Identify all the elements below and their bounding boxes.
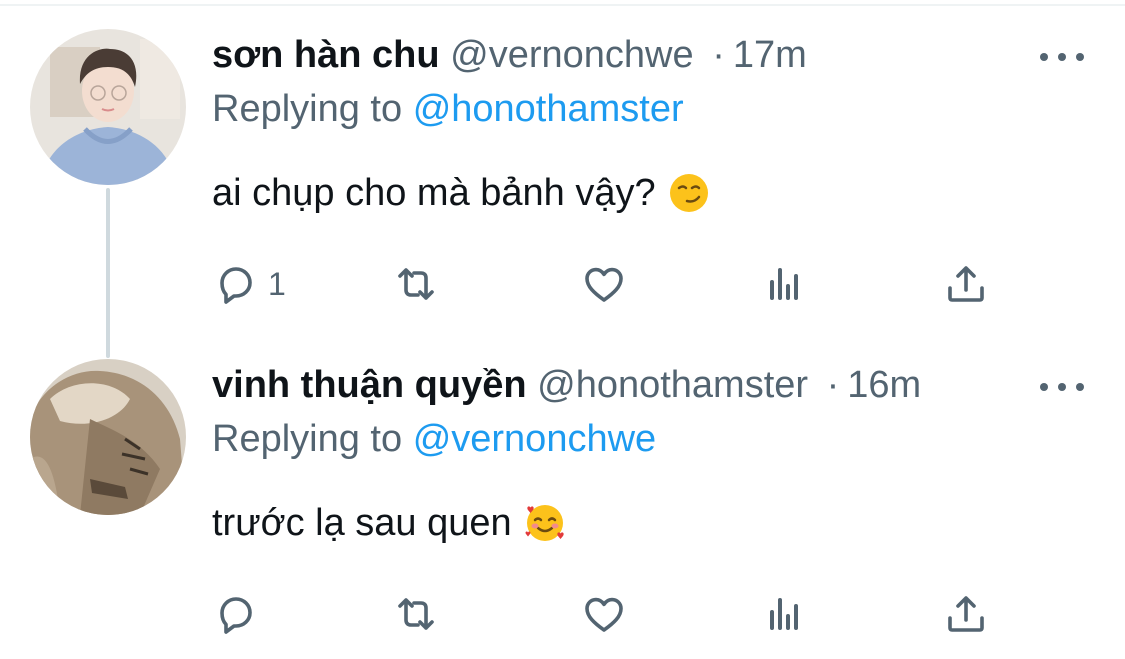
like-icon bbox=[585, 267, 623, 302]
tweet-actions bbox=[212, 589, 1012, 639]
more-dot bbox=[1058, 383, 1066, 391]
avatar-image bbox=[30, 359, 186, 515]
thread-connector-line bbox=[106, 188, 110, 358]
like-button[interactable] bbox=[580, 589, 628, 639]
tweet-actions: 1 bbox=[212, 259, 1012, 309]
views-icon bbox=[770, 598, 798, 630]
avatar[interactable] bbox=[30, 359, 186, 515]
reply-count: 1 bbox=[268, 265, 286, 302]
mention-link[interactable]: @honothamster bbox=[413, 88, 684, 130]
tweet-thread: sơn hàn chu @vernonchwe · 17m Replying to… bbox=[0, 0, 1125, 659]
display-name[interactable]: vinh thuận quyền bbox=[212, 364, 527, 406]
reply-icon bbox=[220, 597, 252, 634]
more-icon[interactable] bbox=[1040, 47, 1084, 67]
tweet-header: sơn hàn chu @vernonchwe · 17m bbox=[212, 32, 807, 78]
more-dot bbox=[1076, 53, 1084, 61]
tweet-text-content: ai chụp cho mà bảnh vậy? bbox=[212, 172, 656, 214]
tweet-header: vinh thuận quyền @honothamster · 16m bbox=[212, 362, 921, 408]
views-button[interactable] bbox=[760, 589, 808, 639]
handle[interactable]: @vernonchwe bbox=[450, 34, 693, 76]
replying-to: Replying to @honothamster bbox=[212, 86, 684, 132]
replying-prefix: Replying to bbox=[212, 418, 403, 460]
display-name[interactable]: sơn hàn chu bbox=[212, 34, 440, 76]
top-divider bbox=[0, 4, 1125, 6]
reply-button[interactable] bbox=[212, 589, 260, 639]
more-dot bbox=[1040, 383, 1048, 391]
mention-link[interactable]: @vernonchwe bbox=[413, 418, 656, 460]
timestamp[interactable]: 17m bbox=[733, 34, 807, 76]
share-button[interactable] bbox=[942, 259, 990, 309]
replying-prefix: Replying to bbox=[212, 88, 403, 130]
share-icon bbox=[948, 266, 984, 302]
smirking-face-icon bbox=[669, 174, 708, 212]
share-button[interactable] bbox=[942, 589, 990, 639]
handle[interactable]: @honothamster bbox=[537, 364, 808, 406]
like-icon bbox=[585, 597, 623, 632]
tweet-text: trước lạ sau quen bbox=[212, 500, 566, 546]
smiling-face-with-hearts-icon bbox=[525, 505, 564, 541]
separator: · bbox=[712, 34, 725, 76]
replying-to: Replying to @vernonchwe bbox=[212, 416, 656, 462]
more-icon[interactable] bbox=[1040, 377, 1084, 397]
more-dot bbox=[1058, 53, 1066, 61]
tweet-text: ai chụp cho mà bảnh vậy? bbox=[212, 170, 710, 216]
tweet-text-content: trước lạ sau quen bbox=[212, 502, 512, 544]
avatar-image bbox=[30, 29, 186, 185]
views-button[interactable] bbox=[760, 259, 808, 309]
timestamp[interactable]: 16m bbox=[847, 364, 921, 406]
more-dot bbox=[1040, 53, 1048, 61]
retweet-button[interactable] bbox=[392, 259, 440, 309]
views-icon bbox=[770, 268, 798, 300]
share-icon bbox=[948, 596, 984, 632]
retweet-icon bbox=[398, 598, 434, 630]
reply-button[interactable]: 1 bbox=[212, 259, 286, 309]
more-dot bbox=[1076, 383, 1084, 391]
separator: · bbox=[826, 364, 840, 406]
reply-icon bbox=[220, 267, 252, 304]
avatar[interactable] bbox=[30, 29, 186, 185]
like-button[interactable] bbox=[580, 259, 628, 309]
retweet-button[interactable] bbox=[392, 589, 440, 639]
retweet-icon bbox=[398, 268, 434, 300]
